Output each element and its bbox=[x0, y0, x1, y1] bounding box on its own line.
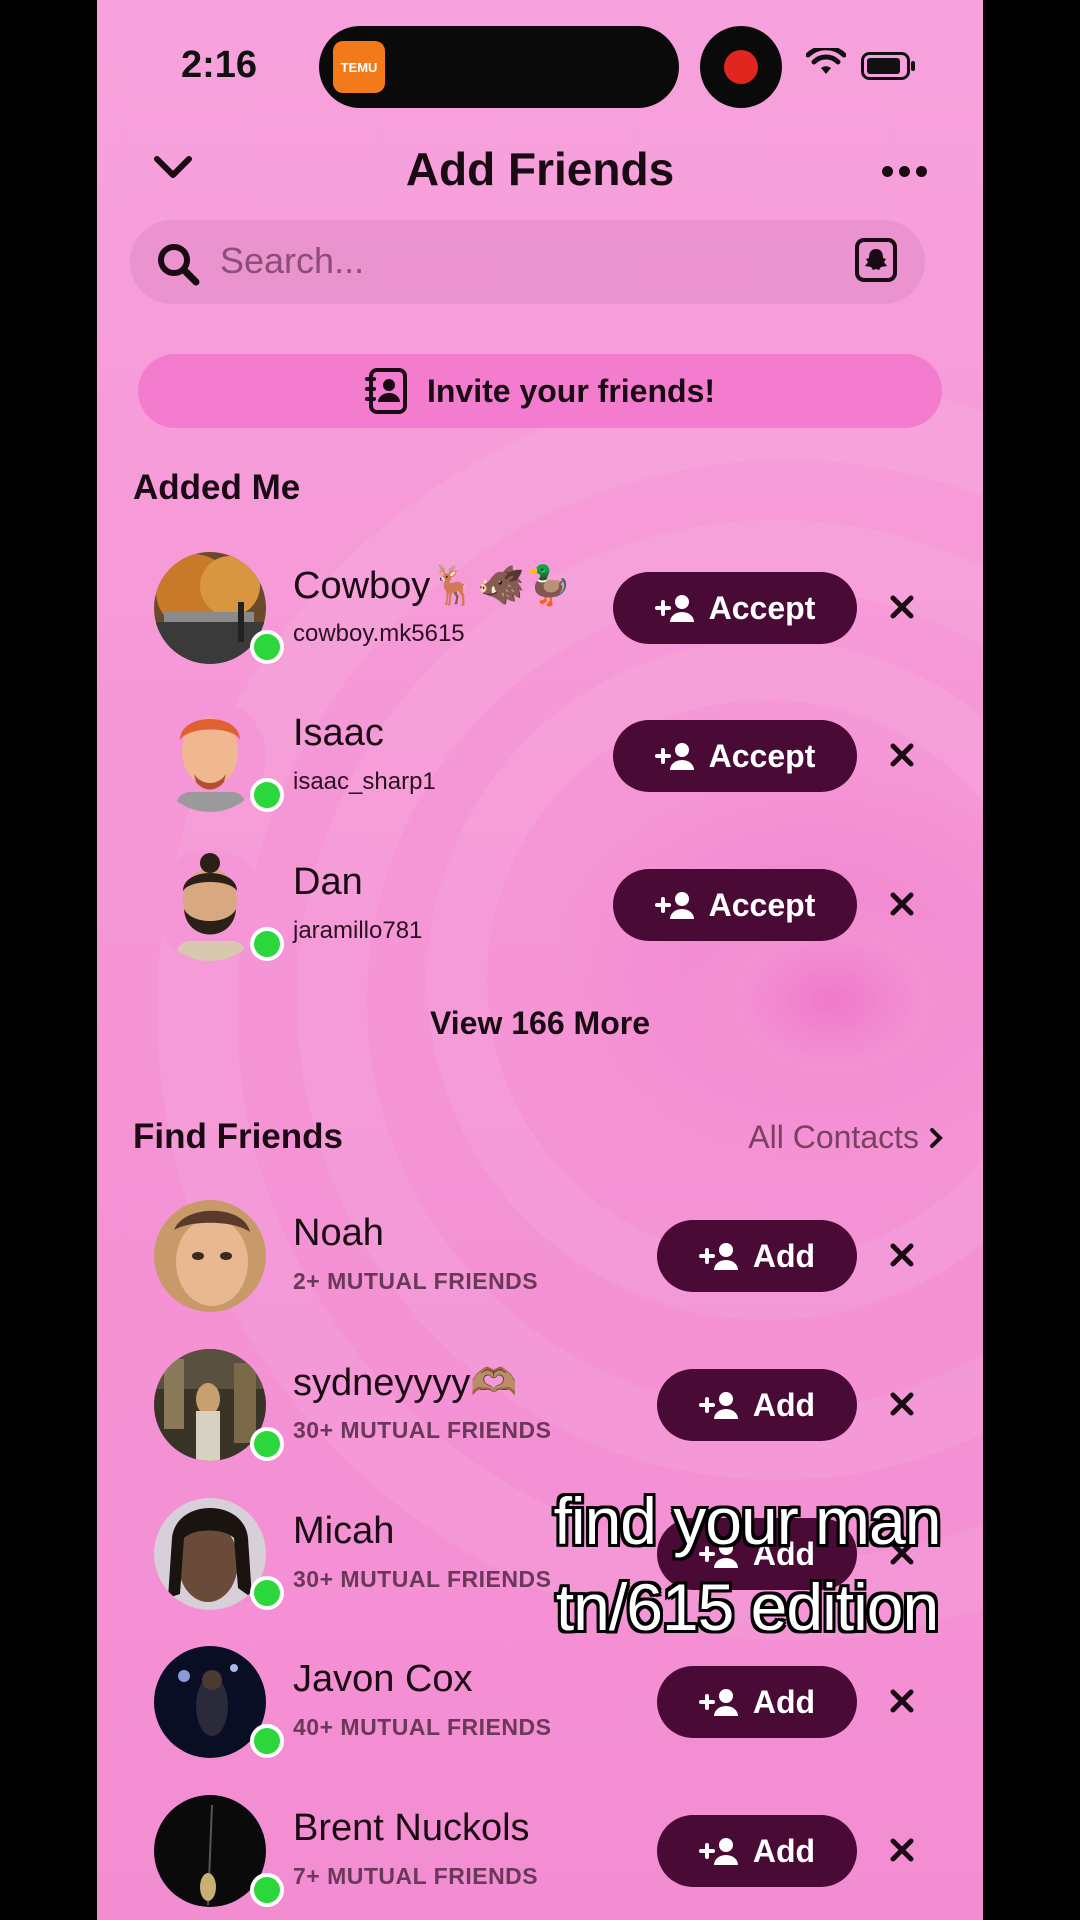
friend-name: Brent Nuckols bbox=[293, 1807, 530, 1849]
add-button[interactable]: Add bbox=[657, 1369, 857, 1441]
wifi-icon bbox=[806, 48, 846, 74]
close-icon[interactable] bbox=[889, 891, 915, 917]
caption-line-2: tn/615 edition bbox=[555, 1570, 939, 1644]
all-contacts-link[interactable]: All Contacts bbox=[748, 1119, 943, 1156]
friend-name: Micah bbox=[293, 1510, 395, 1552]
friend-name: Cowboy🦌🐗🦆 bbox=[293, 565, 573, 607]
friend-name: sydneyyyy🫶🏽 bbox=[293, 1362, 518, 1404]
list-item[interactable]: Brent Nuckols 7+ MUTUAL FRIENDS Add bbox=[97, 1795, 983, 1915]
invite-friends-button[interactable]: Invite your friends! bbox=[138, 354, 942, 428]
video-caption: find your man tn/615 edition bbox=[512, 1478, 982, 1650]
add-label: Add bbox=[752, 1237, 816, 1274]
list-item[interactable]: Dan jaramillo781 Accept bbox=[97, 849, 983, 969]
mutual-friends-count: 2+ MUTUAL FRIENDS bbox=[293, 1268, 539, 1294]
battery-icon bbox=[861, 52, 915, 80]
chevron-right-icon bbox=[930, 1127, 943, 1148]
online-indicator bbox=[250, 1427, 284, 1461]
friend-name: Noah bbox=[293, 1212, 384, 1254]
status-time: 2:16 bbox=[181, 44, 258, 86]
friend-username: cowboy.mk5615 bbox=[293, 620, 465, 647]
invite-label: Invite your friends! bbox=[426, 372, 716, 409]
add-friend-icon bbox=[698, 1392, 738, 1419]
added-me-title: Added Me bbox=[133, 468, 301, 507]
list-item[interactable]: Javon Cox 40+ MUTUAL FRIENDS Add bbox=[97, 1646, 983, 1766]
friend-username: jaramillo781 bbox=[293, 917, 423, 944]
close-icon[interactable] bbox=[889, 1837, 915, 1863]
online-indicator bbox=[250, 778, 284, 812]
mutual-friends-count: 7+ MUTUAL FRIENDS bbox=[293, 1863, 539, 1889]
mutual-friends-count: 40+ MUTUAL FRIENDS bbox=[293, 1714, 552, 1740]
add-friend-icon bbox=[698, 1243, 738, 1270]
add-button[interactable]: Add bbox=[657, 1220, 857, 1292]
dynamic-island: TEMU bbox=[319, 26, 679, 108]
close-icon[interactable] bbox=[889, 594, 915, 620]
search-icon bbox=[158, 244, 200, 286]
list-item[interactable]: Cowboy🦌🐗🦆 cowboy.mk5615 Accept bbox=[97, 552, 983, 672]
mutual-friends-count: 30+ MUTUAL FRIENDS bbox=[293, 1417, 552, 1443]
avatar[interactable] bbox=[154, 1200, 266, 1312]
add-friend-icon bbox=[698, 1689, 738, 1716]
all-contacts-label: All Contacts bbox=[748, 1119, 919, 1155]
add-label: Add bbox=[752, 1386, 816, 1423]
friend-name: Isaac bbox=[293, 712, 384, 754]
online-indicator bbox=[250, 927, 284, 961]
friend-name: Javon Cox bbox=[293, 1658, 473, 1700]
add-friend-icon bbox=[654, 892, 694, 919]
online-indicator bbox=[250, 1576, 284, 1610]
list-item[interactable]: Noah 2+ MUTUAL FRIENDS Add bbox=[97, 1200, 983, 1320]
friend-name: Dan bbox=[293, 861, 363, 903]
accept-button[interactable]: Accept bbox=[613, 869, 857, 941]
list-item[interactable]: sydneyyyy🫶🏽 30+ MUTUAL FRIENDS Add bbox=[97, 1349, 983, 1469]
add-button[interactable]: Add bbox=[657, 1815, 857, 1887]
temu-app-icon[interactable]: TEMU bbox=[333, 41, 385, 93]
caption-line-1: find your man bbox=[553, 1484, 942, 1558]
accept-label: Accept bbox=[708, 737, 816, 774]
close-icon[interactable] bbox=[889, 742, 915, 768]
add-label: Add bbox=[752, 1683, 816, 1720]
status-bar: 2:16 TEMU bbox=[97, 0, 983, 120]
friend-username: isaac_sharp1 bbox=[293, 768, 436, 795]
accept-button[interactable]: Accept bbox=[613, 720, 857, 792]
ghost-icon bbox=[865, 249, 887, 270]
add-friend-icon bbox=[654, 743, 694, 770]
online-indicator bbox=[250, 1724, 284, 1758]
page-title: Add Friends bbox=[405, 143, 675, 195]
view-more-link[interactable]: View 166 More bbox=[97, 1005, 983, 1042]
snapcode-icon[interactable] bbox=[855, 238, 897, 282]
more-options-icon[interactable] bbox=[882, 166, 927, 177]
close-icon[interactable] bbox=[889, 1242, 915, 1268]
add-button[interactable]: Add bbox=[657, 1666, 857, 1738]
add-label: Add bbox=[752, 1832, 816, 1869]
search-bar[interactable]: Search... bbox=[130, 220, 925, 304]
list-item[interactable]: Isaac isaac_sharp1 Accept bbox=[97, 700, 983, 820]
close-icon[interactable] bbox=[889, 1688, 915, 1714]
online-indicator bbox=[250, 1873, 284, 1907]
find-friends-title: Find Friends bbox=[133, 1117, 343, 1156]
accept-button[interactable]: Accept bbox=[613, 572, 857, 644]
accept-label: Accept bbox=[708, 589, 816, 626]
contacts-book-icon bbox=[364, 368, 407, 414]
accept-label: Accept bbox=[708, 886, 816, 923]
header: Add Friends bbox=[97, 130, 983, 210]
screen-record-icon[interactable] bbox=[700, 26, 782, 108]
add-friend-icon bbox=[698, 1838, 738, 1865]
online-indicator bbox=[250, 630, 284, 664]
search-placeholder[interactable]: Search... bbox=[220, 240, 364, 282]
add-friend-icon bbox=[654, 595, 694, 622]
close-icon[interactable] bbox=[889, 1391, 915, 1417]
